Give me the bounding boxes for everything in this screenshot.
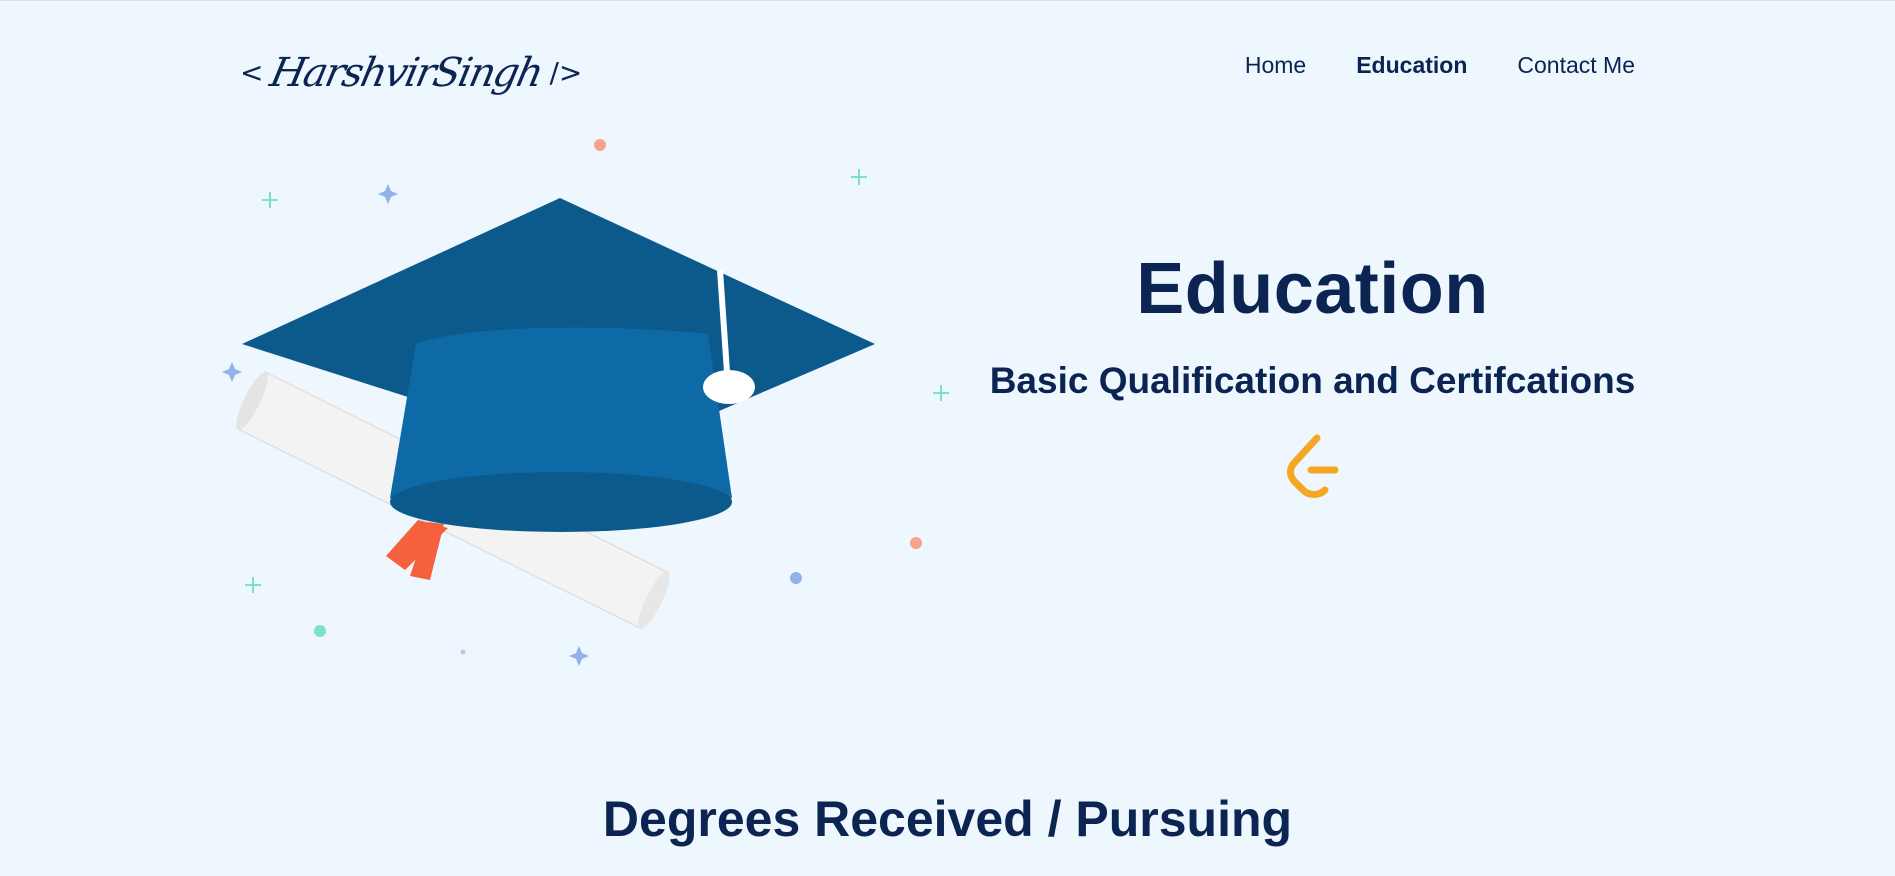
main-nav: Home Education Contact Me (1245, 52, 1635, 79)
hero-text: Education Basic Qualification and Certif… (940, 249, 1685, 498)
page-subtitle: Basic Qualification and Certifcations (989, 360, 1636, 402)
graduation-illustration (220, 130, 960, 670)
logo-close-bracket: /> (549, 56, 583, 89)
nav-contact-me[interactable]: Contact Me (1517, 52, 1635, 79)
section-title: Degrees Received / Pursuing (602, 791, 1293, 847)
graduation-cap (242, 198, 875, 532)
site-header: < HarshvirSingh /> Home Education Contac… (0, 0, 1895, 130)
nav-home[interactable]: Home (1245, 52, 1306, 79)
leetcode-icon[interactable] (1283, 432, 1343, 498)
logo-open-bracket: < (240, 56, 264, 89)
nav-education[interactable]: Education (1356, 52, 1467, 79)
logo[interactable]: < HarshvirSingh /> (240, 36, 582, 110)
page-title: Education (1136, 249, 1489, 329)
graduation-cap-icon (222, 139, 949, 666)
logo-signature: HarshvirSingh (266, 50, 547, 96)
